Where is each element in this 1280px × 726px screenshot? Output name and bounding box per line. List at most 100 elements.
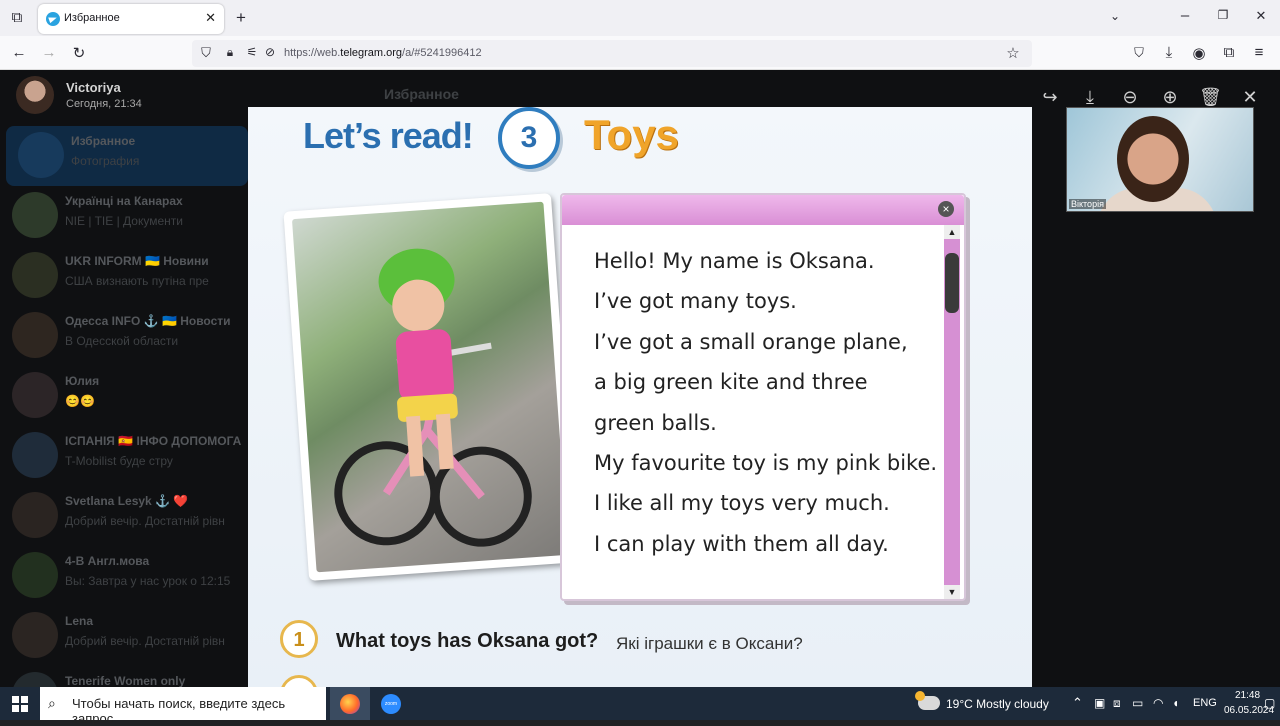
scroll-down-arrow-icon: ▼: [944, 585, 960, 599]
lesson-topic: Toys: [584, 111, 679, 158]
clock-time[interactable]: 21:48: [1235, 690, 1260, 701]
zoom-in-icon[interactable]: ⊕: [1159, 86, 1181, 108]
photo-content: [291, 201, 569, 573]
delete-icon[interactable]: 🗑︎: [1199, 86, 1222, 108]
reading-text-panel: × ▲ ▼ Hello! My name is Oksana. I’ve got…: [560, 193, 966, 601]
chat-item[interactable]: Українці на Канарах NIE | TIE | Документ…: [0, 186, 248, 246]
chat-item[interactable]: UKR INFORM 🇺🇦 Новини США визнають путіна…: [0, 246, 248, 306]
chat-item[interactable]: Tenerife Women only: [0, 666, 248, 687]
text-line: My favourite toy is my pink bike.: [594, 451, 938, 475]
chat-name: Українці на Канарах: [65, 194, 183, 208]
permissions-icon[interactable]: ⚟: [244, 45, 260, 59]
pocket-icon[interactable]: ⛉: [1130, 45, 1148, 61]
girl-on-bike-photo: [283, 193, 577, 581]
panel-close-icon: ×: [938, 201, 954, 217]
windows-start-icon[interactable]: [12, 696, 28, 712]
chat-name: Избранное: [71, 134, 136, 148]
search-icon: ⌕: [48, 695, 56, 711]
downloads-icon[interactable]: ⤓: [1160, 44, 1178, 61]
avatar: [12, 552, 58, 598]
girl-bike-illustration: [334, 248, 532, 547]
minimize-icon[interactable]: –: [1176, 7, 1194, 24]
firefox-taskbar-button[interactable]: [330, 687, 370, 720]
chat-preview: Фотография: [71, 154, 140, 168]
chat-name: Tenerife Women only: [65, 674, 186, 687]
telegram-icon: [46, 12, 60, 26]
chat-name: Одесса INFO ⚓ 🇺🇦 Новости: [65, 314, 231, 328]
back-icon[interactable]: ←: [10, 44, 28, 61]
lock-icon[interactable]: 🔒︎: [222, 45, 238, 60]
media-viewer-image[interactable]: Let’s read! 3 Toys × ▲ ▼ Hello! My name: [248, 107, 1032, 687]
chat-item[interactable]: 4-В Англ.мова Вы: Завтра у нас урок о 12…: [0, 546, 248, 606]
close-tab-icon[interactable]: ✕: [205, 10, 216, 26]
firefox-icon: [340, 694, 360, 714]
meet-icon[interactable]: ▣: [1094, 696, 1105, 710]
new-tab-icon[interactable]: +: [232, 8, 250, 28]
video-call-thumbnail[interactable]: Вікторія: [1066, 107, 1254, 212]
download-icon[interactable]: ⤓: [1079, 86, 1101, 108]
zoom-out-icon[interactable]: ⊖: [1119, 86, 1141, 108]
zoom-icon: zoom: [381, 694, 401, 714]
chat-item[interactable]: Lena Добрий вечір. Достатній рівн: [0, 606, 248, 666]
participant-head: [1117, 116, 1189, 202]
panel-header: [562, 195, 964, 225]
lesson-number: 3: [520, 121, 538, 154]
menu-icon[interactable]: ≡: [1250, 44, 1268, 61]
tray-chevron-icon[interactable]: ⌃: [1072, 695, 1083, 711]
text-line: I like all my toys very much.: [594, 491, 890, 515]
extensions-icon[interactable]: ⧉: [1220, 44, 1238, 61]
windows-taskbar: ⌕ Чтобы начать поиск, введите здесь запр…: [0, 687, 1280, 726]
wifi-icon[interactable]: ◠: [1153, 696, 1163, 710]
language-indicator[interactable]: ENG: [1193, 697, 1217, 709]
reload-icon[interactable]: ↻: [70, 44, 88, 62]
taskbar-search[interactable]: ⌕ Чтобы начать поиск, введите здесь запр…: [40, 687, 326, 726]
screen-icon[interactable]: ⧈: [1113, 696, 1121, 711]
chat-item[interactable]: ІСПАНІЯ 🇪🇸 ІНФО ДОПОМОГА T-Mobilist буде…: [0, 426, 248, 486]
question-translation: Які іграшки є в Оксани?: [616, 634, 803, 653]
avatar: [12, 672, 58, 687]
tab-overflow-chevron-icon[interactable]: ⌄: [1106, 9, 1124, 23]
forward-icon[interactable]: ↪: [1039, 86, 1061, 108]
question-text: What toys has Oksana got?: [336, 630, 599, 652]
chat-preview: В Одесской области: [65, 334, 179, 348]
lesson-number-badge: 3: [498, 107, 560, 169]
url-text[interactable]: https://web.telegram.org/a/#5241996412: [284, 47, 482, 59]
chat-item[interactable]: Избранное Фотография: [6, 126, 248, 186]
browser-tab-bar: ⧉ Избранное ✕ + ⌄ – ❐ ✕: [0, 0, 1280, 36]
url-bar[interactable]: ⛉ 🔒︎ ⚟ ⊘ https://web.telegram.org/a/#524…: [192, 40, 1032, 67]
chat-list: Избранное Фотография Українці на Канарах…: [0, 70, 248, 687]
avatar: [12, 252, 58, 298]
forward-icon[interactable]: →: [40, 44, 58, 61]
chat-preview: 😊😊: [65, 394, 95, 408]
author-name: Victoriya: [66, 80, 121, 95]
chat-name: UKR INFORM 🇺🇦 Новини: [65, 254, 209, 268]
chat-item[interactable]: Одесса INFO ⚓ 🇺🇦 Новости В Одесской обла…: [0, 306, 248, 366]
weather-text[interactable]: 19°C Mostly cloudy: [946, 697, 1049, 711]
text-line: I can play with them all day.: [594, 532, 889, 556]
avatar: [12, 372, 58, 418]
chat-preview: Добрий вечір. Достатній рівн: [65, 634, 225, 648]
text-line: I’ve got many toys.: [594, 289, 797, 313]
close-window-icon[interactable]: ✕: [1252, 8, 1270, 24]
text-line: green balls.: [594, 411, 717, 435]
participant-name: Вікторія: [1069, 199, 1106, 209]
chat-name: Юлия: [65, 374, 100, 388]
volume-icon[interactable]: ◖: [1172, 696, 1179, 710]
tab-favorites[interactable]: Избранное ✕: [38, 4, 224, 34]
tab-list-icon[interactable]: ⧉: [8, 9, 26, 26]
restore-icon[interactable]: ❐: [1214, 8, 1232, 22]
account-icon[interactable]: ◉: [1190, 44, 1208, 62]
camera-blocked-icon[interactable]: ⊘: [262, 45, 278, 59]
shield-icon[interactable]: ⛉: [198, 45, 214, 61]
chat-item[interactable]: Svetlana Lesyk ⚓ ❤️ Добрий вечір. Достат…: [0, 486, 248, 546]
battery-icon[interactable]: ▭: [1132, 696, 1143, 710]
question-number-badge: 1: [280, 620, 318, 658]
avatar: [12, 492, 58, 538]
chat-item[interactable]: Юлия 😊😊: [0, 366, 248, 426]
notifications-icon[interactable]: ▢: [1264, 696, 1275, 710]
chat-preview: NIE | TIE | Документи: [65, 214, 183, 228]
zoom-taskbar-button[interactable]: zoom: [371, 687, 411, 720]
close-viewer-icon[interactable]: ✕: [1239, 86, 1261, 108]
bookmark-star-icon[interactable]: ☆: [1004, 44, 1022, 62]
avatar: [12, 312, 58, 358]
